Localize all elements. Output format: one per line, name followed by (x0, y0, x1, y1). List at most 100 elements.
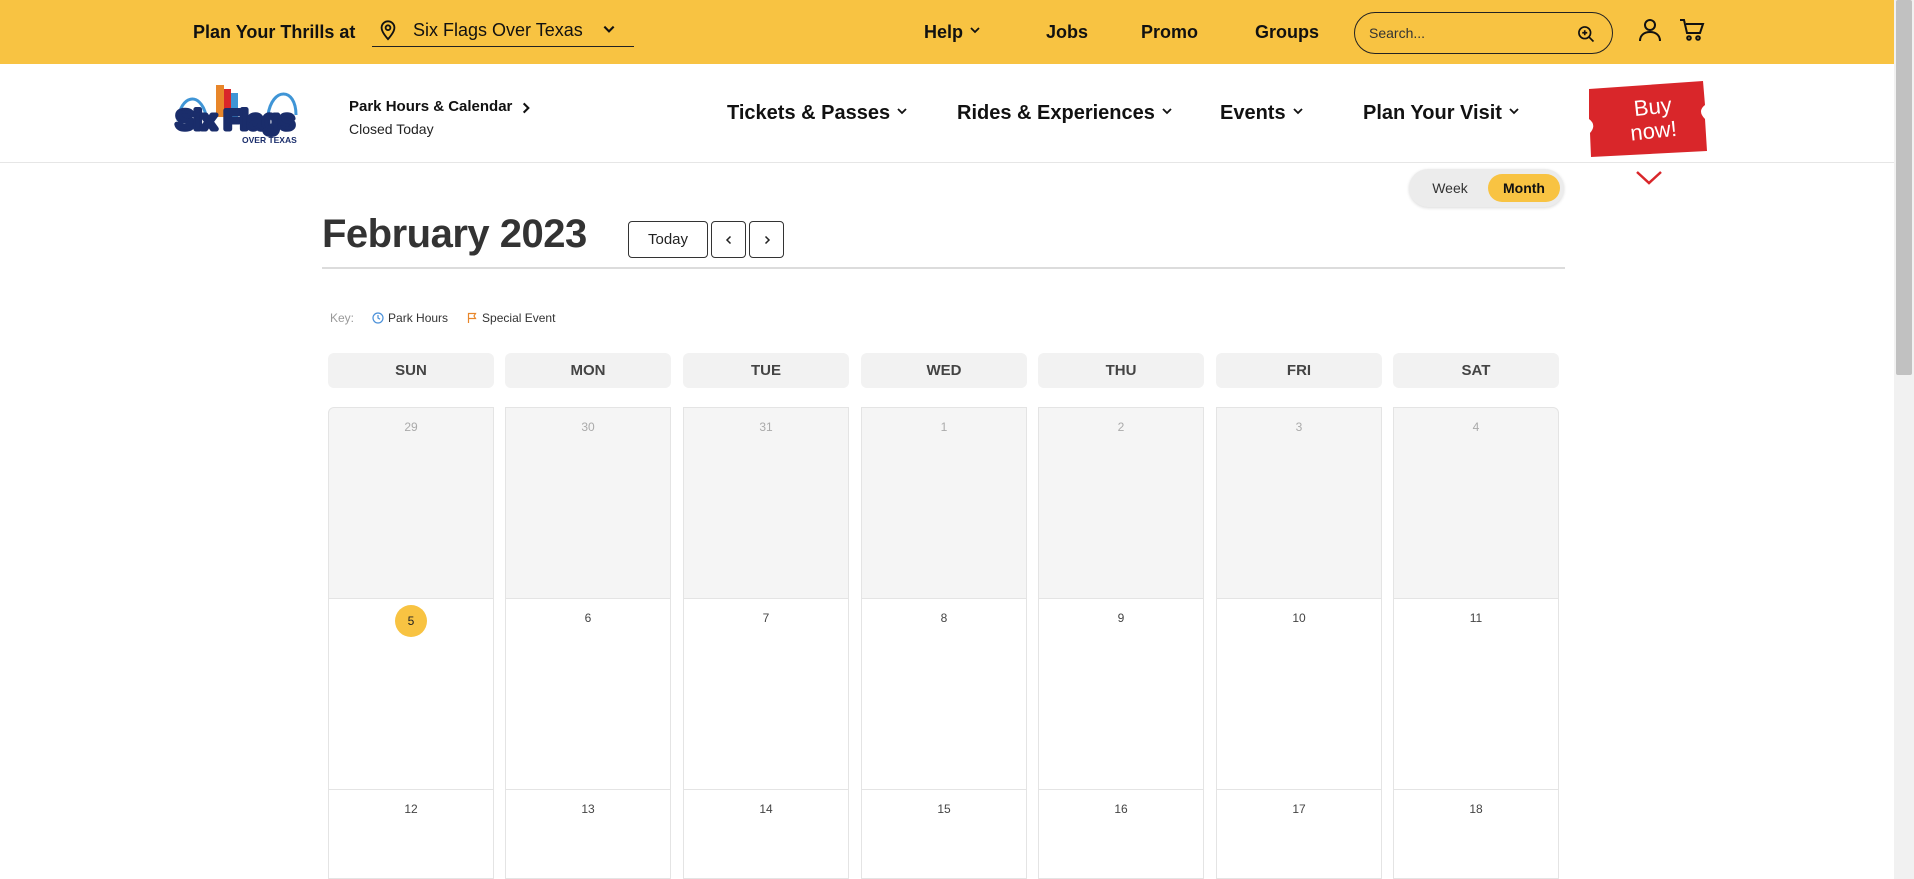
calendar-day-cell[interactable]: 31 (683, 407, 849, 599)
park-selector-value: Six Flags Over Texas (413, 19, 583, 40)
nav-jobs[interactable]: Jobs (1046, 22, 1088, 43)
chevron-down-icon (897, 108, 907, 115)
day-number: 8 (940, 611, 948, 625)
location-pin-icon (380, 20, 396, 41)
next-month-button[interactable] (749, 221, 784, 258)
key-special-event-label: Special Event (482, 311, 556, 325)
calendar-key: Key: Park Hours Special Event (330, 311, 555, 325)
day-number: 31 (759, 420, 773, 434)
nav-plan-your-visit[interactable]: Plan Your Visit (1363, 102, 1520, 125)
utility-bar: Plan Your Thrills at Six Flags Over Texa… (0, 0, 1894, 64)
chevron-down-icon (1292, 108, 1303, 115)
search-icon[interactable] (1576, 24, 1596, 44)
calendar-day-cell[interactable]: 15 (861, 789, 1027, 879)
day-header-thu: THU (1038, 353, 1204, 388)
park-hours-link[interactable]: Park Hours & Calendar Closed Today (349, 98, 512, 137)
cart-icon[interactable] (1678, 16, 1706, 44)
chevron-right-icon[interactable] (519, 101, 533, 115)
calendar-day-cell[interactable]: 4 (1393, 407, 1559, 599)
calendar-day-cell[interactable]: 11 (1393, 598, 1559, 790)
calendar-day-cell[interactable]: 16 (1038, 789, 1204, 879)
day-header-wed: WED (861, 353, 1027, 388)
buy-now-button[interactable]: Buy now! (1585, 79, 1709, 161)
chevron-down-icon (970, 27, 980, 34)
day-header-sun: SUN (328, 353, 494, 388)
calendar-day-cell[interactable]: 3 (1216, 407, 1382, 599)
park-hours-title: Park Hours & Calendar (349, 98, 513, 115)
nav-rides-experiences[interactable]: Rides & Experiences (957, 102, 1173, 125)
key-park-hours-label: Park Hours (388, 311, 449, 325)
view-toggle: Week Month (1409, 169, 1564, 207)
day-number: 6 (584, 611, 592, 625)
nav-rides-label: Rides & Experiences (957, 102, 1155, 124)
calendar-day-cell[interactable]: 9 (1038, 598, 1204, 790)
calendar-day-cell[interactable]: 8 (861, 598, 1027, 790)
six-flags-logo[interactable]: Six Flags Six Flags OVER TEXAS (172, 81, 304, 145)
calendar-day-cell[interactable]: 18 (1393, 789, 1559, 879)
day-number: 16 (1114, 802, 1128, 816)
main-header: Six Flags Six Flags OVER TEXAS Park Hour… (0, 64, 1894, 163)
calendar-day-cell[interactable]: 7 (683, 598, 849, 790)
calendar-day-cell[interactable]: 6 (505, 598, 671, 790)
day-number: 2 (1117, 420, 1125, 434)
day-header-mon: MON (505, 353, 671, 388)
key-label: Key: (330, 311, 355, 325)
day-number: 7 (762, 611, 770, 625)
day-number: 13 (581, 802, 595, 816)
calendar-day-cell[interactable]: 30 (505, 407, 671, 599)
key-special-event: Special Event (466, 311, 555, 325)
calendar-day-cell[interactable]: 13 (505, 789, 671, 879)
nav-groups[interactable]: Groups (1255, 22, 1319, 43)
chevron-left-icon (725, 235, 731, 244)
plan-thrills-label: Plan Your Thrills at (193, 22, 356, 42)
calendar-day-cell[interactable]: 10 (1216, 598, 1382, 790)
day-number: 3 (1295, 420, 1303, 434)
logo-brand-text: Six Flags (176, 105, 295, 135)
day-number: 10 (1292, 611, 1306, 625)
day-number: 4 (1472, 420, 1480, 434)
scrollbar-thumb[interactable] (1896, 0, 1912, 375)
month-view-button[interactable]: Month (1488, 174, 1560, 202)
buy-now-line2: now! (1629, 116, 1678, 146)
chevron-right-icon (764, 235, 770, 244)
calendar-day-cell[interactable]: 14 (683, 789, 849, 879)
clock-icon (372, 312, 384, 324)
nav-promo[interactable]: Promo (1141, 22, 1198, 43)
day-number: 11 (1469, 611, 1483, 625)
search-input[interactable] (1369, 22, 1569, 44)
today-button[interactable]: Today (628, 221, 708, 258)
park-status: Closed Today (349, 121, 434, 137)
chevron-down-icon (603, 25, 615, 33)
calendar-day-cell[interactable]: 1 (861, 407, 1027, 599)
day-number: 15 (937, 802, 951, 816)
week-view-button[interactable]: Week (1417, 174, 1483, 202)
nav-tickets-label: Tickets & Passes (727, 102, 891, 124)
search-box (1354, 12, 1613, 54)
calendar-day-cell[interactable]: 29 (328, 407, 494, 599)
park-selector[interactable]: Six Flags Over Texas (372, 14, 634, 47)
account-icon[interactable] (1636, 16, 1664, 44)
nav-events[interactable]: Events (1220, 102, 1304, 125)
calendar-day-cell[interactable]: 17 (1216, 789, 1382, 879)
day-number: 30 (581, 420, 595, 434)
chevron-down-icon (1509, 108, 1519, 115)
calendar-day-cell[interactable]: 2 (1038, 407, 1204, 599)
day-number: 14 (759, 802, 773, 816)
day-number: 12 (404, 802, 418, 816)
nav-help-label: Help (924, 22, 964, 42)
chevron-down-icon[interactable] (1634, 169, 1664, 187)
calendar-day-cell[interactable]: 12 (328, 789, 494, 879)
day-number: 9 (1117, 611, 1125, 625)
day-header-tue: TUE (683, 353, 849, 388)
header-divider (322, 267, 1565, 269)
nav-plan-label: Plan Your Visit (1363, 102, 1502, 124)
day-header-fri: FRI (1216, 353, 1382, 388)
calendar-day-cell-today[interactable]: 5 (328, 598, 494, 790)
prev-month-button[interactable] (711, 221, 746, 258)
nav-tickets-passes[interactable]: Tickets & Passes (727, 102, 908, 125)
today-marker: 5 (395, 605, 427, 637)
day-header-sat: SAT (1393, 353, 1559, 388)
calendar-title: February 2023 (322, 212, 587, 256)
nav-help[interactable]: Help (924, 22, 981, 43)
flag-icon (467, 312, 477, 323)
